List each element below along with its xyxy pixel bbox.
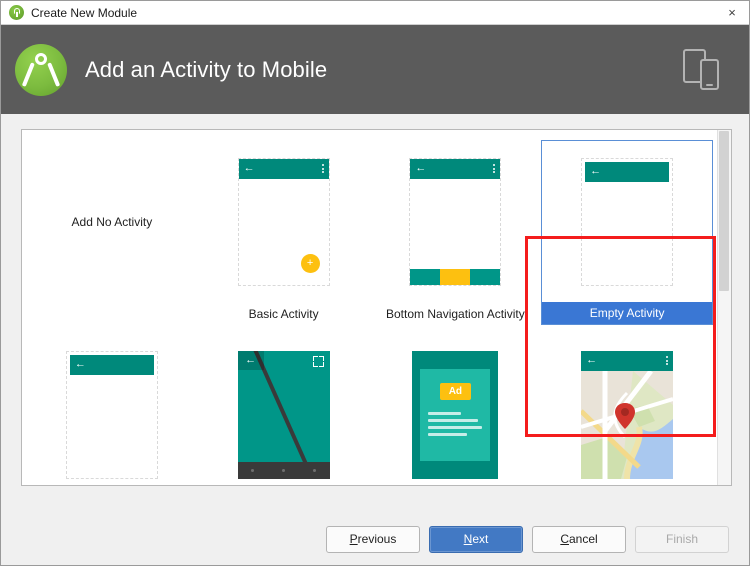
activity-template-gallery: Add No Activity ← + Basic Activity ← Bot… <box>21 129 732 486</box>
window-titlebar: Create New Module × <box>1 1 749 25</box>
template-thumbnail: Add No Activity <box>26 140 198 303</box>
system-navigation-bar <box>237 461 330 479</box>
template-grid: Add No Activity ← + Basic Activity ← Bot… <box>22 130 717 485</box>
app-bar: ← <box>410 158 501 179</box>
phone-preview: ← <box>65 350 158 479</box>
admob-preview: Ad <box>412 350 499 479</box>
bottom-navigation-bar <box>410 268 501 285</box>
placeholder-text-lines <box>420 411 490 440</box>
template-card-empty-activity[interactable]: ← Empty Activity <box>541 140 713 325</box>
app-bar: ← <box>581 350 674 371</box>
map-canvas <box>581 370 674 479</box>
template-label-add-no-activity: Add No Activity <box>71 214 153 229</box>
overflow-menu-icon <box>493 164 496 173</box>
dialog-header: Add an Activity to Mobile <box>1 25 749 114</box>
back-arrow-icon: ← <box>243 162 255 174</box>
map-graphic <box>581 370 674 479</box>
template-card-basic-activity[interactable]: ← + Basic Activity <box>198 140 370 325</box>
app-bar: ← <box>238 158 329 179</box>
template-card-add-no-activity[interactable]: Add No Activity <box>26 140 198 325</box>
dialog-body: Add No Activity ← + Basic Activity ← Bot… <box>1 114 749 517</box>
next-button[interactable]: Next <box>429 525 523 553</box>
template-card-google-maps-activity[interactable]: ← <box>541 333 713 485</box>
previous-button[interactable]: Previous <box>326 525 420 553</box>
template-thumbnail: Ad <box>370 333 542 485</box>
cancel-button-label-rest: ancel <box>568 532 598 546</box>
template-thumbnail: ← <box>370 140 542 303</box>
phone-preview: ← + <box>237 157 330 286</box>
overflow-menu-icon <box>321 164 324 173</box>
close-icon[interactable]: × <box>717 2 747 24</box>
back-arrow-icon: ← <box>245 353 257 366</box>
back-arrow-icon: ← <box>586 354 598 366</box>
ad-content-area: Ad <box>420 368 491 461</box>
next-button-label-rest: ext <box>472 532 489 546</box>
gallery-scrollbar[interactable] <box>717 130 731 485</box>
template-label-empty-activity: Empty Activity <box>542 302 712 324</box>
decorative-diagonal <box>250 350 314 478</box>
android-studio-logo <box>15 43 67 96</box>
finish-button-label: Finish <box>665 532 698 546</box>
template-thumbnail: ← <box>541 333 713 485</box>
app-bar: ← <box>585 161 670 182</box>
window-title: Create New Module <box>31 5 138 20</box>
expand-icon <box>312 355 324 367</box>
floating-action-button-icon: + <box>300 253 320 273</box>
page-title: Add an Activity to Mobile <box>85 56 328 82</box>
previous-button-label-rest: revious <box>357 532 397 546</box>
android-studio-icon <box>9 5 24 20</box>
dialog-footer: Previous Next Cancel Finish <box>1 517 749 565</box>
cancel-button[interactable]: Cancel <box>532 525 626 553</box>
create-new-module-dialog: Create New Module × Add an Activity to M… <box>0 0 750 566</box>
template-thumbnail: ← <box>26 333 198 485</box>
template-label-bottom-navigation-activity: Bottom Navigation Activity <box>386 307 525 321</box>
app-bar: ← <box>237 350 264 370</box>
template-caption-empty <box>26 303 198 325</box>
maps-preview: ← <box>581 350 674 479</box>
overflow-menu-icon <box>666 356 669 365</box>
phone-preview: ← <box>409 157 502 286</box>
template-label-basic-activity: Basic Activity <box>248 307 319 321</box>
finish-button: Finish <box>635 525 729 553</box>
back-arrow-icon: ← <box>74 358 86 370</box>
template-card-admob-ads-activity[interactable]: Ad <box>370 333 542 485</box>
tablet-and-phone-icon <box>681 47 727 93</box>
back-arrow-icon: ← <box>415 162 427 174</box>
template-thumbnail: ← <box>198 333 370 485</box>
scrollbar-thumb[interactable] <box>719 131 729 291</box>
template-card-bottom-navigation-activity[interactable]: ← Bottom Navigation Activity <box>370 140 542 325</box>
template-card-row2-1[interactable]: ← <box>26 333 198 485</box>
back-arrow-icon: ← <box>590 165 602 177</box>
template-thumbnail: ← + <box>198 140 370 303</box>
app-bar: ← <box>69 354 154 375</box>
gallery-viewport: Add No Activity ← + Basic Activity ← Bot… <box>22 130 717 485</box>
ad-badge: Ad <box>439 382 472 400</box>
template-thumbnail: ← <box>542 141 712 302</box>
fullscreen-preview: ← <box>237 350 330 479</box>
template-card-fullscreen-activity[interactable]: ← <box>198 333 370 485</box>
phone-preview: ← <box>581 157 674 286</box>
